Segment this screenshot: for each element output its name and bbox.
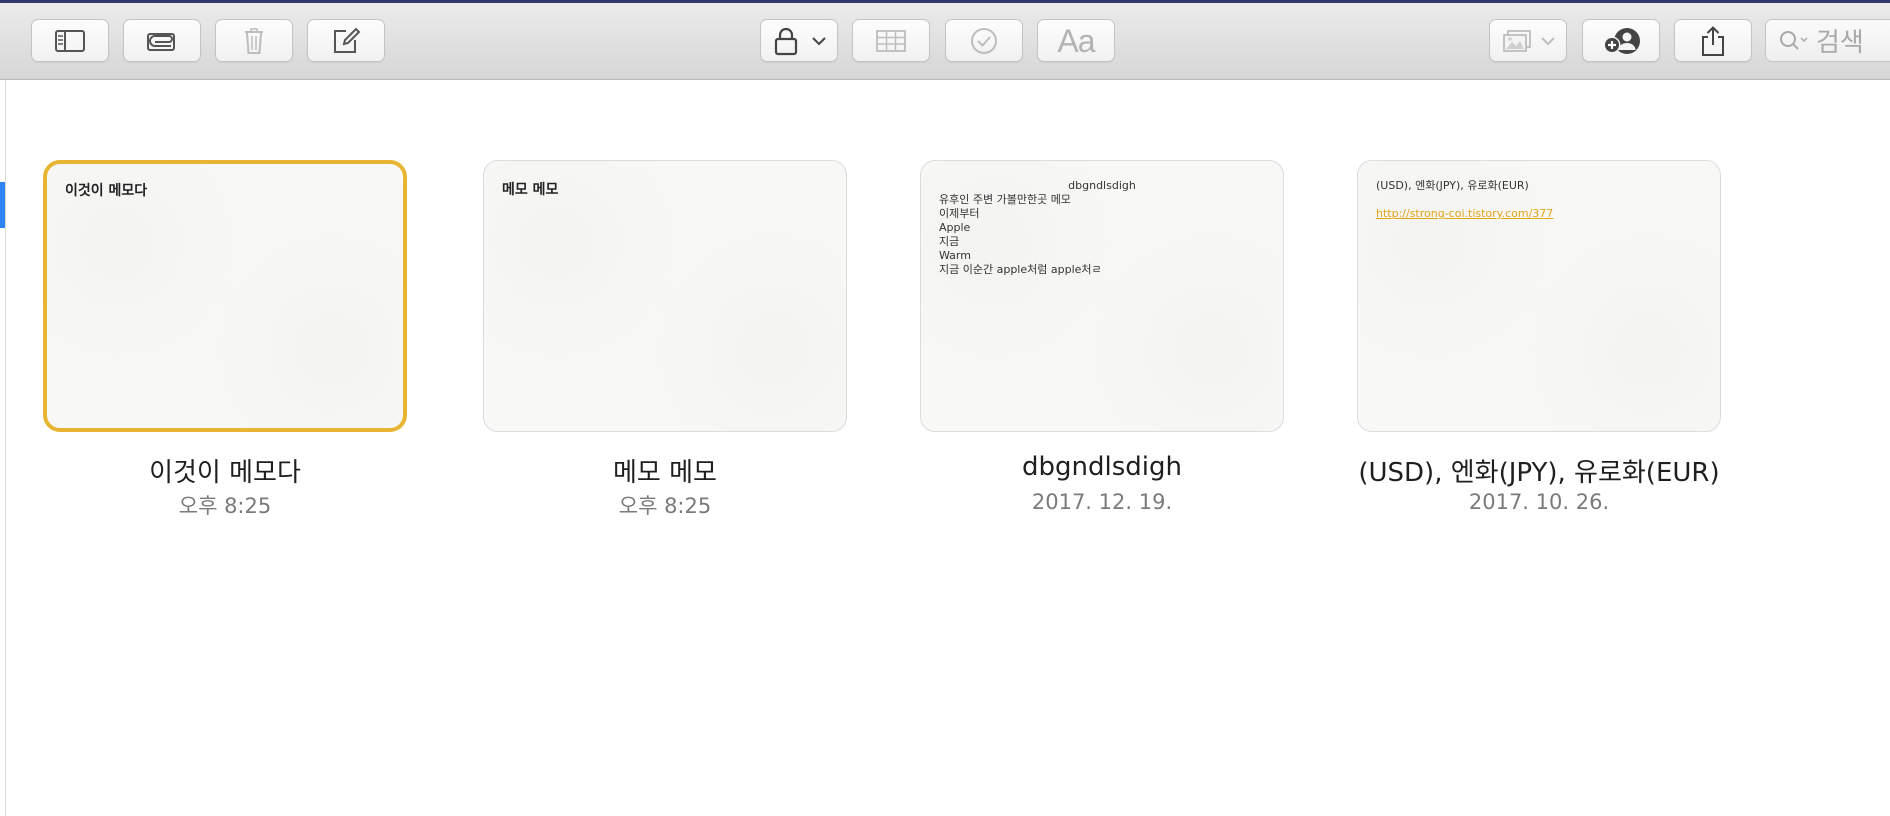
note-date: 2017. 12. 19. [1031, 490, 1173, 514]
note-title: 이것이 메모다 [149, 458, 301, 488]
search-icon [1780, 30, 1808, 50]
note-preview-line: Apple [939, 221, 971, 234]
table-button[interactable] [852, 19, 930, 62]
share-icon [1702, 25, 1724, 56]
note-date: 오후 8:25 [178, 494, 272, 518]
search-field[interactable]: 검색 [1765, 19, 1890, 62]
toolbar: Aa 검색 [0, 3, 1890, 80]
note-thumbnail[interactable]: 메모 메모 [483, 160, 847, 432]
checkmark-circle-icon [971, 27, 997, 54]
note-preview-heading: dbgndlsdigh [1068, 179, 1136, 192]
paperclip-icon [147, 32, 175, 51]
note-thumbnail[interactable]: (USD), 엔화(JPY), 유로화(EUR) http://strong-c… [1357, 160, 1721, 432]
note-preview-body: dbgndlsdigh 유후인 주변 가볼만한곳 메모 이제부터 Apple 지… [939, 179, 1265, 277]
sidebar-selection-indicator [0, 182, 5, 228]
note-preview-line: 유후인 주변 가볼만한곳 메모 [939, 193, 1071, 206]
media-button[interactable] [1489, 19, 1567, 62]
search-placeholder: 검색 [1816, 28, 1864, 58]
note-card[interactable]: 메모 메모 메모 메모 오후 8:25 [483, 160, 847, 518]
note-preview-title: 메모 메모 [502, 182, 559, 198]
add-people-button[interactable] [1582, 19, 1660, 62]
note-thumbnail[interactable]: 이것이 메모다 [43, 160, 407, 432]
checklist-button[interactable] [945, 19, 1023, 62]
lock-icon [774, 27, 798, 55]
note-preview-link[interactable]: http://strong-coi.tistory.com/377 [1376, 207, 1702, 221]
chevron-down-icon [812, 36, 826, 45]
note-preview-body: (USD), 엔화(JPY), 유로화(EUR) http://strong-c… [1376, 179, 1702, 221]
note-preview-line: (USD), 엔화(JPY), 유로화(EUR) [1376, 179, 1529, 192]
format-button[interactable]: Aa [1037, 19, 1115, 62]
note-card[interactable]: dbgndlsdigh 유후인 주변 가볼만한곳 메모 이제부터 Apple 지… [920, 160, 1284, 514]
note-preview-line: Warm [939, 249, 971, 262]
sidebar-toggle-button[interactable] [31, 19, 109, 62]
note-title: 메모 메모 [613, 458, 717, 488]
note-thumbnail[interactable]: dbgndlsdigh 유후인 주변 가볼만한곳 메모 이제부터 Apple 지… [920, 160, 1284, 432]
text-format-icon: Aa [1057, 22, 1095, 59]
notes-gallery: 이것이 메모다 이것이 메모다 오후 8:25 메모 메모 메모 메모 오후 8… [6, 80, 1890, 816]
share-button[interactable] [1674, 19, 1752, 62]
sidebar-icon [55, 29, 85, 52]
compose-icon [334, 27, 361, 53]
lock-button[interactable] [760, 19, 838, 62]
table-icon [876, 29, 906, 52]
chevron-down-icon [1541, 36, 1555, 45]
photo-icon [1503, 29, 1531, 52]
note-date: 2017. 10. 26. [1468, 490, 1610, 514]
note-preview-line: 지금 이순간 apple처럼 apple처ㄹ [939, 263, 1102, 276]
note-card[interactable]: 이것이 메모다 이것이 메모다 오후 8:25 [43, 160, 407, 518]
note-date: 오후 8:25 [618, 494, 712, 518]
note-preview-line: 지금 [939, 235, 960, 248]
note-title: dbgndlsdigh [1022, 452, 1182, 482]
note-title: (USD), 엔화(JPY), 유로화(EUR) [1358, 458, 1720, 488]
add-person-icon [1603, 27, 1640, 54]
notes-app-window: Aa 검색 이것이 메모다 이것이 메모다 오후 8:25 메모 메모 메모 메… [0, 0, 1890, 816]
compose-button[interactable] [307, 19, 385, 62]
note-preview-title: 이것이 메모다 [65, 183, 148, 199]
trash-icon [245, 27, 263, 54]
delete-button[interactable] [215, 19, 293, 62]
note-card[interactable]: (USD), 엔화(JPY), 유로화(EUR) http://strong-c… [1357, 160, 1721, 514]
attachments-button[interactable] [123, 19, 201, 62]
note-preview-line: 이제부터 [939, 207, 980, 220]
